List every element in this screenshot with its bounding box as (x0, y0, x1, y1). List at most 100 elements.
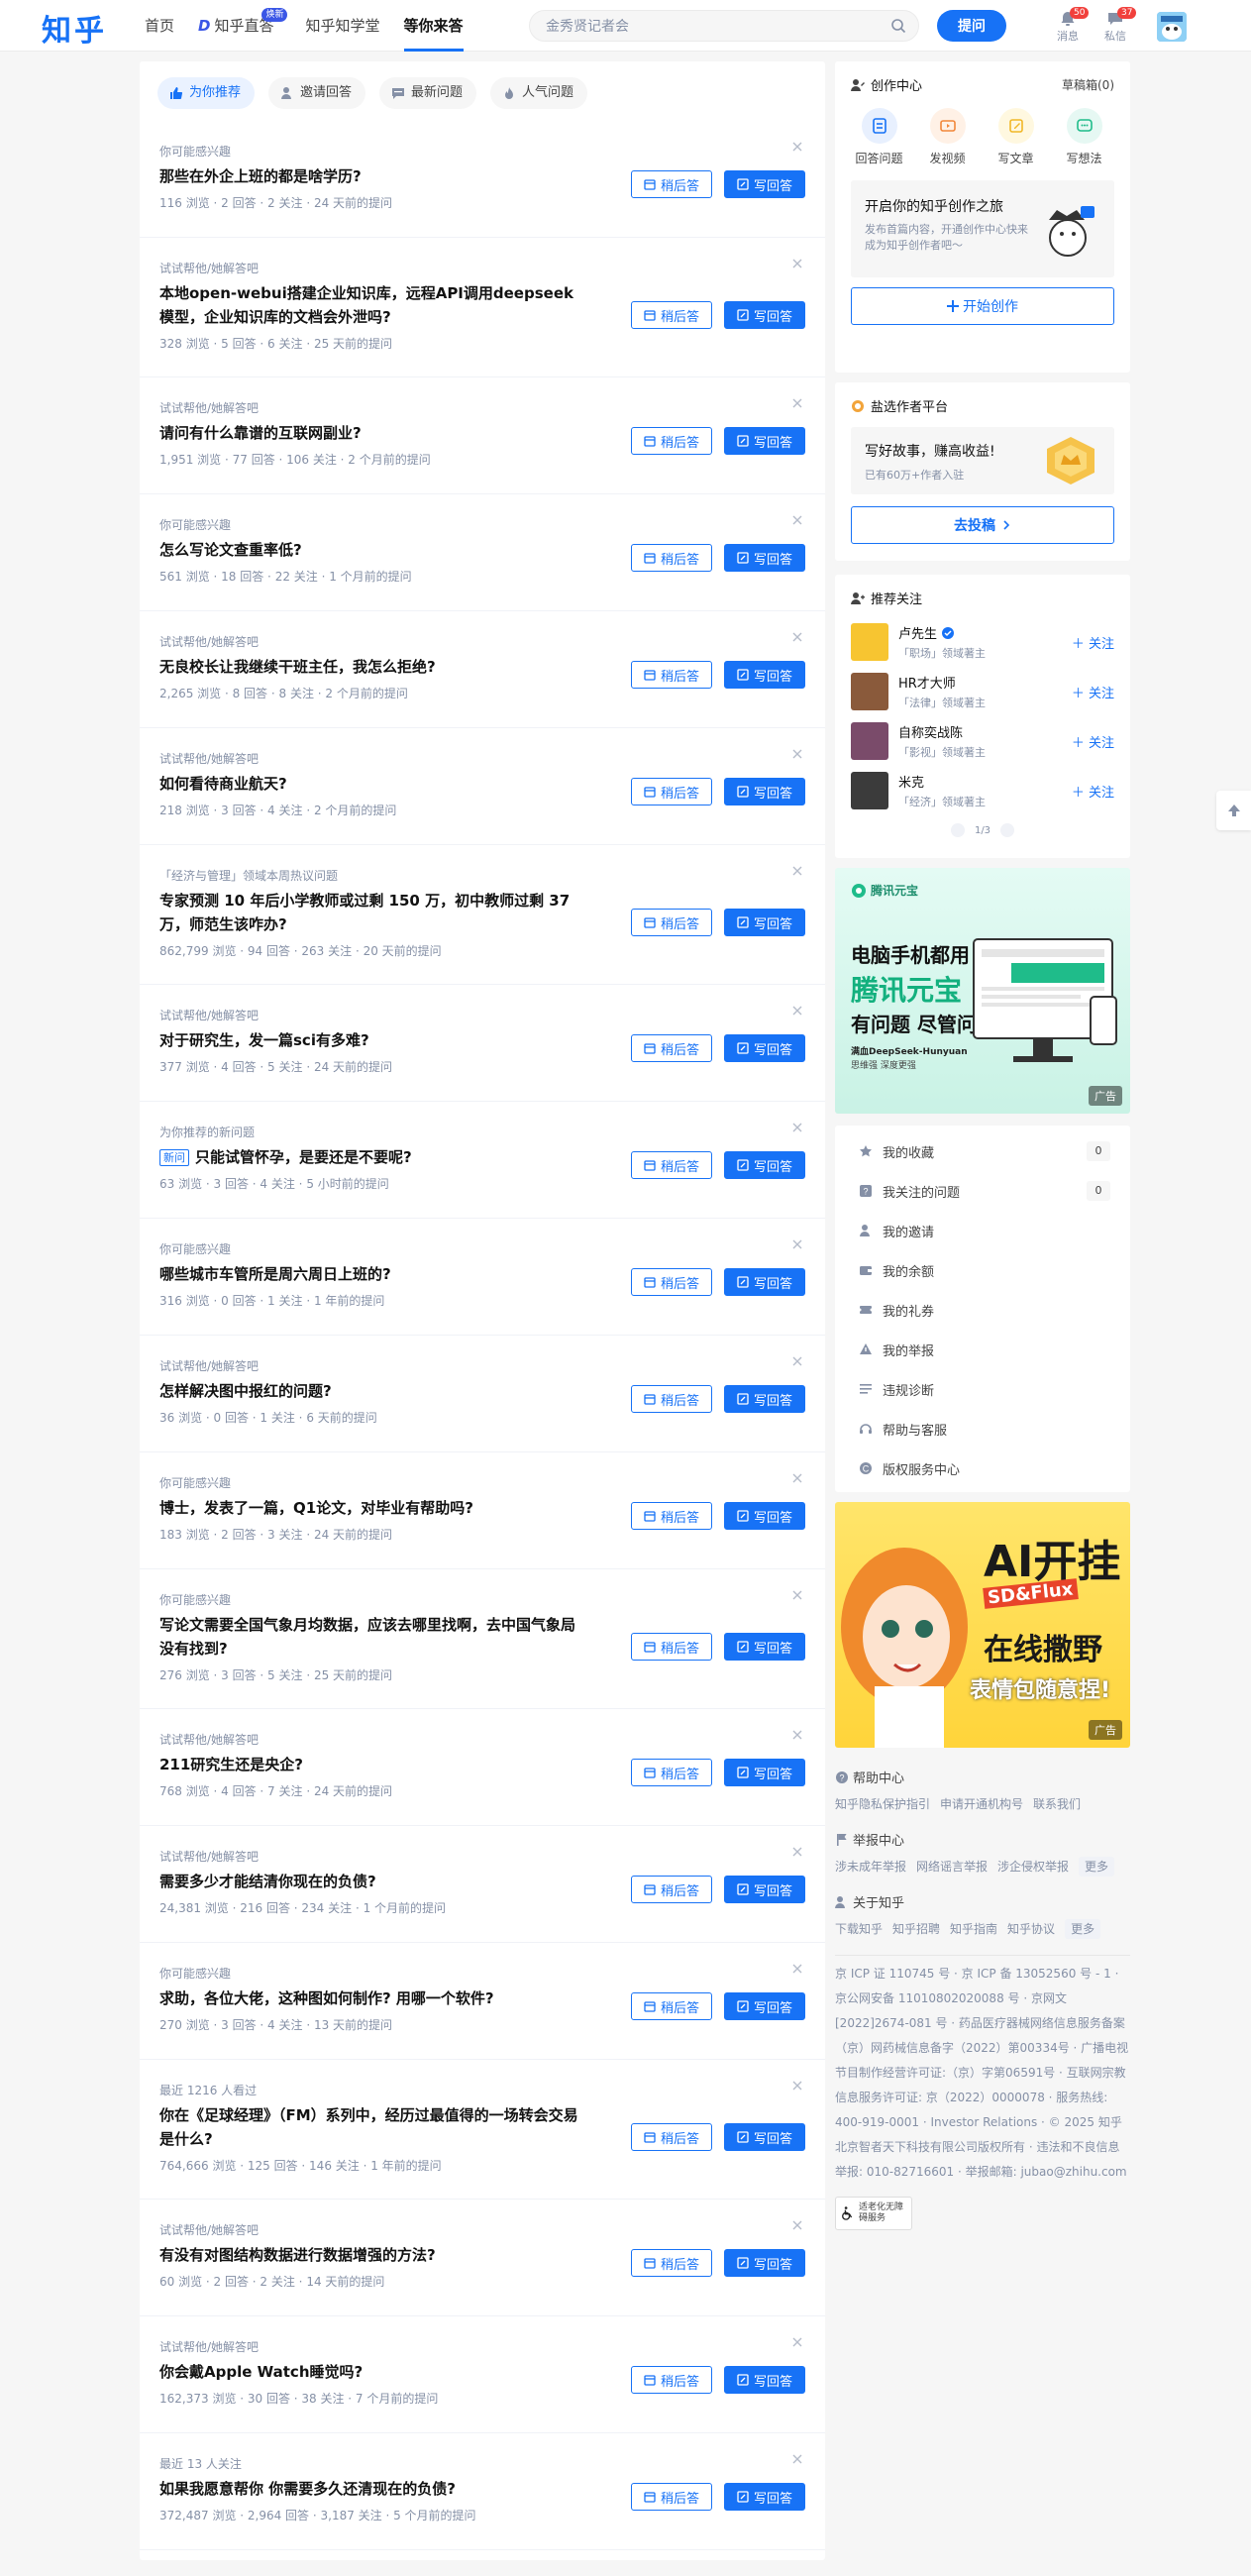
answer-later-button[interactable]: 稍后答 (631, 2483, 712, 2511)
close-icon[interactable] (791, 631, 803, 643)
question-item[interactable]: 试试帮他/她解答吧 本地open-webui搭建企业知识库，远程API调用deep… (140, 238, 825, 377)
question-item[interactable]: 试试帮他/她解答吧 怎样解决图中报红的问题? 36 浏览 · 0 回答 · 1 关注… (140, 1336, 825, 1452)
close-icon[interactable] (791, 1729, 803, 1741)
follow-button[interactable]: ＋ 关注 (1072, 633, 1114, 652)
agreement-link[interactable]: 知乎协议 (1007, 1919, 1055, 1939)
question-item[interactable]: 「经济与管理」领域本周热议问题 专家预测 10 年后小学教师或过剩 150 万，初… (140, 845, 825, 985)
question-title[interactable]: 新问 只能试管怀孕，是要还是不要呢? (159, 1145, 585, 1169)
write-thought-action[interactable]: 写想法 (1050, 108, 1118, 166)
about-more-link[interactable]: 更多 (1065, 1919, 1101, 1939)
close-icon[interactable] (791, 2453, 803, 2465)
menu-item[interactable]: 我的收藏 0 (835, 1131, 1130, 1171)
answer-later-button[interactable]: 稍后答 (631, 778, 712, 805)
recommended-user-name[interactable]: HR才大师 (898, 673, 986, 692)
close-icon[interactable] (791, 1589, 803, 1601)
write-answer-button[interactable]: 写回答 (724, 661, 805, 689)
post-video-action[interactable]: 发视频 (913, 108, 982, 166)
write-answer-button[interactable]: 写回答 (724, 1759, 805, 1786)
accessibility-button[interactable]: 适老化无障碍服务 (835, 2197, 912, 2230)
close-icon[interactable] (791, 1122, 803, 1133)
recommended-user-name[interactable]: 卢先生 (898, 623, 986, 642)
question-item[interactable]: 你可能感兴趣 博士，发表了一篇，Q1论文，对毕业有帮助吗? 183 浏览 · 2 回… (140, 1452, 825, 1569)
write-answer-button[interactable]: 写回答 (724, 1876, 805, 1903)
menu-item[interactable]: 我的邀请 (835, 1211, 1130, 1250)
question-item[interactable]: 你可能感兴趣 哪些城市车管所是周六周日上班的? 316 浏览 · 0 回答 · 1 … (140, 1219, 825, 1336)
write-article-action[interactable]: 写文章 (982, 108, 1050, 166)
answer-later-button[interactable]: 稍后答 (631, 1385, 712, 1413)
question-title[interactable]: 你在《足球经理》（FM）系列中，经历过最值得的一场转会交易是什么? (159, 2103, 585, 2151)
write-answer-button[interactable]: 写回答 (724, 427, 805, 455)
write-answer-button[interactable]: 写回答 (724, 170, 805, 198)
question-title[interactable]: 你会戴Apple Watch睡觉吗? (159, 2360, 585, 2384)
close-icon[interactable] (791, 1846, 803, 1858)
write-answer-button[interactable]: 写回答 (724, 2366, 805, 2394)
menu-item[interactable]: ? 我关注的问题 0 (835, 1171, 1130, 1211)
question-item[interactable]: 试试帮他/她解答吧 211研究生还是央企? 768 浏览 · 4 回答 · 7 关注… (140, 1709, 825, 1826)
question-title[interactable]: 无良校长让我继续干班主任，我怎么拒绝? (159, 655, 585, 679)
close-icon[interactable] (791, 1238, 803, 1250)
nav-home[interactable]: 首页 (145, 0, 174, 52)
question-title[interactable]: 本地open-webui搭建企业知识库，远程API调用deepseek模型，企业… (159, 281, 585, 329)
question-item[interactable]: 试试帮他/她解答吧 请问有什么靠谱的互联网副业? 1,951 浏览 · 77 回答 … (140, 377, 825, 494)
contact-us-link[interactable]: 联系我们 (1033, 1794, 1081, 1814)
question-item[interactable]: 试试帮他/她解答吧 你会戴Apple Watch睡觉吗? 162,373 浏览 · … (140, 2316, 825, 2433)
tab-popular[interactable]: 人气问题 (490, 77, 588, 109)
search-input[interactable] (530, 11, 867, 41)
answer-later-button[interactable]: 稍后答 (631, 1502, 712, 1530)
tab-recommended[interactable]: 为你推荐 (157, 77, 256, 109)
avatar[interactable] (851, 623, 888, 661)
nav-zhida[interactable]: D 知乎直答 焕新 (198, 0, 288, 52)
close-icon[interactable] (791, 1355, 803, 1367)
recommended-user-name[interactable]: 自称奕战陈 (898, 722, 986, 741)
question-item[interactable]: 你可能感兴趣 怎么写论文查重率低? 561 浏览 · 18 回答 · 22 关注 ·… (140, 494, 825, 611)
question-title[interactable]: 怎样解决图中报红的问题? (159, 1379, 585, 1403)
submit-manuscript-button[interactable]: 去投稿 (851, 506, 1114, 544)
write-answer-button[interactable]: 写回答 (724, 909, 805, 936)
download-link[interactable]: 下载知乎 (835, 1919, 883, 1939)
answer-later-button[interactable]: 稍后答 (631, 2249, 712, 2277)
write-answer-button[interactable]: 写回答 (724, 778, 805, 805)
close-icon[interactable] (791, 1472, 803, 1484)
recommended-user[interactable]: 卢先生 「职场」领域著主 ＋ 关注 (835, 617, 1130, 667)
enterprise-infringement-link[interactable]: 涉企侵权举报 (997, 1857, 1069, 1877)
guide-link[interactable]: 知乎指南 (950, 1919, 997, 1939)
question-title[interactable]: 那些在外企上班的都是啥学历? (159, 164, 585, 188)
answer-later-button[interactable]: 稍后答 (631, 1633, 712, 1661)
apply-org-account-link[interactable]: 申请开通机构号 (940, 1794, 1023, 1814)
question-title[interactable]: 哪些城市车管所是周六周日上班的? (159, 1262, 585, 1286)
menu-item[interactable]: C 版权服务中心 (835, 1449, 1130, 1488)
answer-question-action[interactable]: 回答问题 (845, 108, 913, 166)
user-avatar[interactable] (1157, 12, 1187, 42)
close-icon[interactable] (791, 865, 803, 877)
tab-invited[interactable]: 邀请回答 (268, 77, 366, 109)
privacy-guide-link[interactable]: 知乎隐私保护指引 (835, 1794, 930, 1814)
question-title[interactable]: 如何看待商业航天? (159, 772, 585, 796)
answer-later-button[interactable]: 稍后答 (631, 1268, 712, 1296)
question-item[interactable]: 为你推荐的新问题 新问 只能试管怀孕，是要还是不要呢? 63 浏览 · 3 回答 · … (140, 1102, 825, 1219)
question-title[interactable]: 如果我愿意帮你 你需要多久还清现在的负债? (159, 2477, 585, 2501)
write-answer-button[interactable]: 写回答 (724, 544, 805, 572)
close-icon[interactable] (791, 258, 803, 269)
close-icon[interactable] (791, 397, 803, 409)
close-icon[interactable] (791, 1963, 803, 1975)
write-answer-button[interactable]: 写回答 (724, 1268, 805, 1296)
close-icon[interactable] (791, 2219, 803, 2231)
pager-prev-button[interactable] (950, 823, 965, 837)
avatar[interactable] (851, 673, 888, 710)
avatar[interactable] (851, 722, 888, 760)
answer-later-button[interactable]: 稍后答 (631, 1759, 712, 1786)
question-item[interactable]: 最近 1216 人看过 你在《足球经理》（FM）系列中，经历过最值得的一场转会交易… (140, 2060, 825, 2200)
menu-item[interactable]: 我的余额 (835, 1250, 1130, 1290)
question-item[interactable]: 试试帮他/她解答吧 无良校长让我继续干班主任，我怎么拒绝? 2,265 浏览 · 8… (140, 611, 825, 728)
answer-later-button[interactable]: 稍后答 (631, 301, 712, 329)
answer-later-button[interactable]: 稍后答 (631, 1034, 712, 1062)
follow-button[interactable]: ＋ 关注 (1072, 732, 1114, 751)
question-title[interactable]: 请问有什么靠谱的互联网副业? (159, 421, 585, 445)
write-answer-button[interactable]: 写回答 (724, 2483, 805, 2511)
question-item[interactable]: 试试帮他/她解答吧 对于研究生，发一篇sci有多难? 377 浏览 · 4 回答 ·… (140, 985, 825, 1102)
question-title[interactable]: 需要多少才能结清你现在的负债? (159, 1870, 585, 1893)
menu-item[interactable]: 我的礼券 (835, 1290, 1130, 1330)
question-item[interactable]: 试试帮他/她解答吧 如何看待商业航天? 218 浏览 · 3 回答 · 4 关注 ·… (140, 728, 825, 845)
write-answer-button[interactable]: 写回答 (724, 2249, 805, 2277)
answer-later-button[interactable]: 稍后答 (631, 170, 712, 198)
